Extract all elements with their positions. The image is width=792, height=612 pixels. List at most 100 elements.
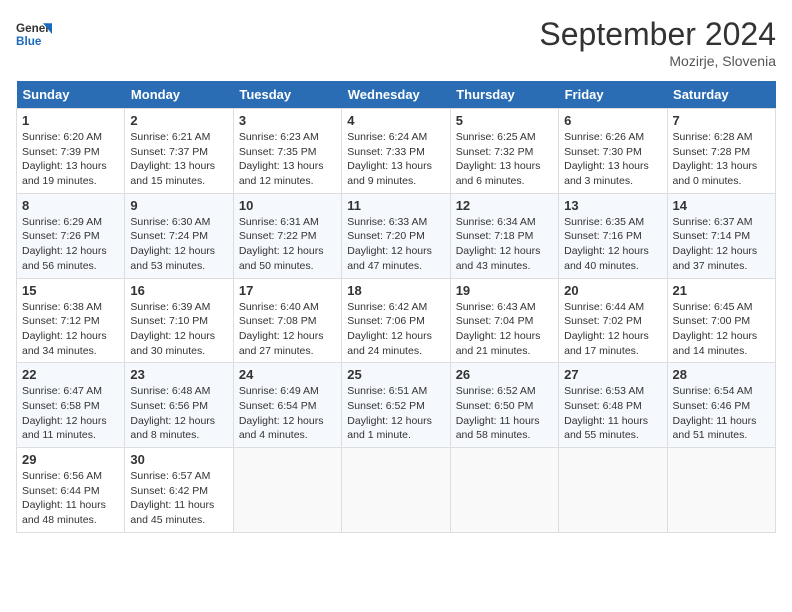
calendar-cell: 7Sunrise: 6:28 AM Sunset: 7:28 PM Daylig… xyxy=(667,109,775,194)
day-info: Sunrise: 6:57 AM Sunset: 6:42 PM Dayligh… xyxy=(130,469,227,528)
day-number: 5 xyxy=(456,113,553,128)
location: Mozirje, Slovenia xyxy=(539,53,776,69)
calendar-cell: 18Sunrise: 6:42 AM Sunset: 7:06 PM Dayli… xyxy=(342,278,450,363)
day-number: 26 xyxy=(456,367,553,382)
calendar-cell: 12 Sunrise: 6:34 AM Sunset: 7:18 PM Dayli… xyxy=(450,193,558,278)
calendar-cell: 20 Sunrise: 6:44 AM Sunset: 7:02 PM Dayli… xyxy=(559,278,667,363)
calendar-cell: 8 Sunrise: 6:29 AM Sunset: 7:26 PM Daylig… xyxy=(17,193,125,278)
day-number: 12 xyxy=(456,198,553,213)
calendar-table: SundayMondayTuesdayWednesdayThursdayFrid… xyxy=(16,81,776,533)
calendar-cell: 28 Sunrise: 6:54 AM Sunset: 6:46 PM Dayli… xyxy=(667,363,775,448)
calendar-cell: 3 Sunrise: 6:23 AM Sunset: 7:35 PM Daylig… xyxy=(233,109,341,194)
day-info: Sunrise: 6:44 AM Sunset: 7:02 PM Dayligh… xyxy=(564,300,661,359)
calendar-cell xyxy=(342,448,450,533)
day-number: 25 xyxy=(347,367,444,382)
column-header-tuesday: Tuesday xyxy=(233,81,341,109)
calendar-cell: 29 Sunrise: 6:56 AM Sunset: 6:44 PM Dayli… xyxy=(17,448,125,533)
day-info: Sunrise: 6:23 AM Sunset: 7:35 PM Dayligh… xyxy=(239,130,336,189)
day-number: 11 xyxy=(347,198,444,213)
svg-text:Blue: Blue xyxy=(16,35,42,48)
calendar-cell xyxy=(559,448,667,533)
day-info: Sunrise: 6:31 AM Sunset: 7:22 PM Dayligh… xyxy=(239,215,336,274)
column-header-thursday: Thursday xyxy=(450,81,558,109)
day-number: 17 xyxy=(239,283,336,298)
calendar-cell: 24 Sunrise: 6:49 AM Sunset: 6:54 PM Dayli… xyxy=(233,363,341,448)
page-header: General Blue September 2024 Mozirje, Slo… xyxy=(16,16,776,69)
day-number: 4 xyxy=(347,113,444,128)
day-info: Sunrise: 6:33 AM Sunset: 7:20 PM Dayligh… xyxy=(347,215,444,274)
column-header-saturday: Saturday xyxy=(667,81,775,109)
day-number: 21 xyxy=(673,283,770,298)
day-number: 13 xyxy=(564,198,661,213)
month-title: September 2024 xyxy=(539,16,776,53)
column-header-monday: Monday xyxy=(125,81,233,109)
day-info: Sunrise: 6:45 AM Sunset: 7:00 PM Dayligh… xyxy=(673,300,770,359)
day-info: Sunrise: 6:30 AM Sunset: 7:24 PM Dayligh… xyxy=(130,215,227,274)
calendar-week-5: 29 Sunrise: 6:56 AM Sunset: 6:44 PM Dayli… xyxy=(17,448,776,533)
day-number: 29 xyxy=(22,452,119,467)
day-number: 30 xyxy=(130,452,227,467)
day-number: 3 xyxy=(239,113,336,128)
calendar-cell: 13 Sunrise: 6:35 AM Sunset: 7:16 PM Dayli… xyxy=(559,193,667,278)
calendar-cell: 2 Sunrise: 6:21 AM Sunset: 7:37 PM Daylig… xyxy=(125,109,233,194)
logo-icon: General Blue xyxy=(16,16,52,52)
calendar-cell xyxy=(233,448,341,533)
calendar-cell: 1Sunrise: 6:20 AM Sunset: 7:39 PM Daylig… xyxy=(17,109,125,194)
calendar-cell: 5 Sunrise: 6:25 AM Sunset: 7:32 PM Daylig… xyxy=(450,109,558,194)
calendar-week-4: 22Sunrise: 6:47 AM Sunset: 6:58 PM Dayli… xyxy=(17,363,776,448)
day-number: 6 xyxy=(564,113,661,128)
day-number: 10 xyxy=(239,198,336,213)
day-info: Sunrise: 6:43 AM Sunset: 7:04 PM Dayligh… xyxy=(456,300,553,359)
calendar-cell: 26 Sunrise: 6:52 AM Sunset: 6:50 PM Dayli… xyxy=(450,363,558,448)
calendar-cell: 27Sunrise: 6:53 AM Sunset: 6:48 PM Dayli… xyxy=(559,363,667,448)
calendar-cell: 22Sunrise: 6:47 AM Sunset: 6:58 PM Dayli… xyxy=(17,363,125,448)
calendar-cell: 14 Sunrise: 6:37 AM Sunset: 7:14 PM Dayli… xyxy=(667,193,775,278)
day-info: Sunrise: 6:35 AM Sunset: 7:16 PM Dayligh… xyxy=(564,215,661,274)
calendar-cell: 21 Sunrise: 6:45 AM Sunset: 7:00 PM Dayli… xyxy=(667,278,775,363)
calendar-cell: 6 Sunrise: 6:26 AM Sunset: 7:30 PM Daylig… xyxy=(559,109,667,194)
title-block: September 2024 Mozirje, Slovenia xyxy=(539,16,776,69)
calendar-cell xyxy=(450,448,558,533)
day-number: 16 xyxy=(130,283,227,298)
day-info: Sunrise: 6:49 AM Sunset: 6:54 PM Dayligh… xyxy=(239,384,336,443)
day-info: Sunrise: 6:34 AM Sunset: 7:18 PM Dayligh… xyxy=(456,215,553,274)
column-header-wednesday: Wednesday xyxy=(342,81,450,109)
day-info: Sunrise: 6:21 AM Sunset: 7:37 PM Dayligh… xyxy=(130,130,227,189)
calendar-cell: 30 Sunrise: 6:57 AM Sunset: 6:42 PM Dayli… xyxy=(125,448,233,533)
day-number: 22 xyxy=(22,367,119,382)
calendar-cell: 16 Sunrise: 6:39 AM Sunset: 7:10 PM Dayli… xyxy=(125,278,233,363)
day-number: 7 xyxy=(673,113,770,128)
day-info: Sunrise: 6:24 AM Sunset: 7:33 PM Dayligh… xyxy=(347,130,444,189)
calendar-cell: 11 Sunrise: 6:33 AM Sunset: 7:20 PM Dayli… xyxy=(342,193,450,278)
logo: General Blue xyxy=(16,16,52,52)
column-header-friday: Friday xyxy=(559,81,667,109)
calendar-week-3: 15Sunrise: 6:38 AM Sunset: 7:12 PM Dayli… xyxy=(17,278,776,363)
calendar-cell: 4 Sunrise: 6:24 AM Sunset: 7:33 PM Daylig… xyxy=(342,109,450,194)
day-info: Sunrise: 6:56 AM Sunset: 6:44 PM Dayligh… xyxy=(22,469,119,528)
day-info: Sunrise: 6:39 AM Sunset: 7:10 PM Dayligh… xyxy=(130,300,227,359)
day-info: Sunrise: 6:37 AM Sunset: 7:14 PM Dayligh… xyxy=(673,215,770,274)
day-info: Sunrise: 6:54 AM Sunset: 6:46 PM Dayligh… xyxy=(673,384,770,443)
calendar-cell: 17Sunrise: 6:40 AM Sunset: 7:08 PM Dayli… xyxy=(233,278,341,363)
day-number: 14 xyxy=(673,198,770,213)
day-info: Sunrise: 6:51 AM Sunset: 6:52 PM Dayligh… xyxy=(347,384,444,443)
day-number: 2 xyxy=(130,113,227,128)
day-info: Sunrise: 6:48 AM Sunset: 6:56 PM Dayligh… xyxy=(130,384,227,443)
calendar-cell: 9Sunrise: 6:30 AM Sunset: 7:24 PM Daylig… xyxy=(125,193,233,278)
calendar-week-1: 1Sunrise: 6:20 AM Sunset: 7:39 PM Daylig… xyxy=(17,109,776,194)
day-info: Sunrise: 6:29 AM Sunset: 7:26 PM Dayligh… xyxy=(22,215,119,274)
day-number: 28 xyxy=(673,367,770,382)
day-info: Sunrise: 6:26 AM Sunset: 7:30 PM Dayligh… xyxy=(564,130,661,189)
calendar-cell: 25 Sunrise: 6:51 AM Sunset: 6:52 PM Dayli… xyxy=(342,363,450,448)
day-info: Sunrise: 6:52 AM Sunset: 6:50 PM Dayligh… xyxy=(456,384,553,443)
calendar-cell: 23 Sunrise: 6:48 AM Sunset: 6:56 PM Dayli… xyxy=(125,363,233,448)
day-number: 20 xyxy=(564,283,661,298)
calendar-cell: 15Sunrise: 6:38 AM Sunset: 7:12 PM Dayli… xyxy=(17,278,125,363)
day-number: 18 xyxy=(347,283,444,298)
day-number: 23 xyxy=(130,367,227,382)
calendar-cell xyxy=(667,448,775,533)
day-number: 24 xyxy=(239,367,336,382)
day-number: 8 xyxy=(22,198,119,213)
day-number: 1 xyxy=(22,113,119,128)
day-info: Sunrise: 6:25 AM Sunset: 7:32 PM Dayligh… xyxy=(456,130,553,189)
